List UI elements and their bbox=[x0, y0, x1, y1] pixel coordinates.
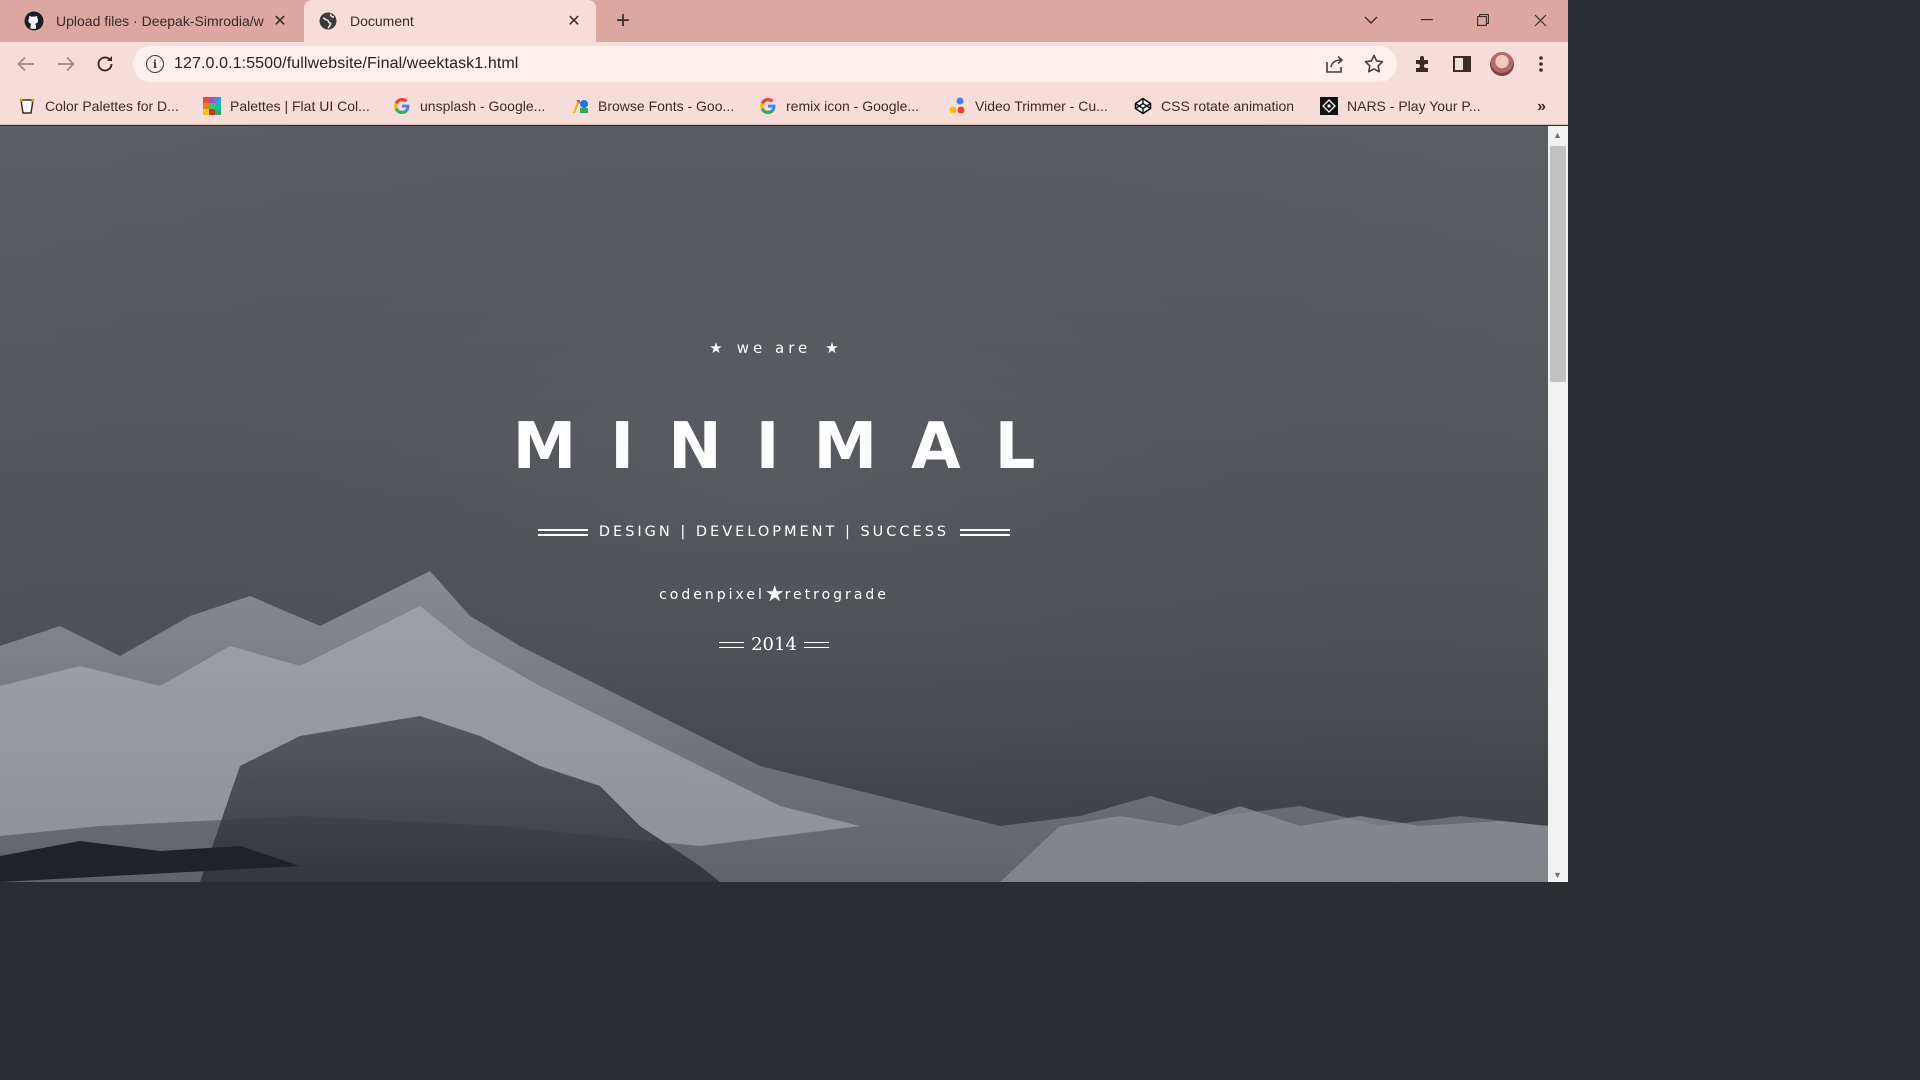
extensions-puzzle-icon[interactable] bbox=[1407, 48, 1439, 80]
hero-tagline: DESIGN | DEVELOPMENT | SUCCESS bbox=[538, 524, 1010, 540]
address-bar[interactable]: i 127.0.0.1:5500/fullwebsite/Final/weekt… bbox=[133, 46, 1397, 82]
share-icon[interactable] bbox=[1321, 50, 1349, 78]
tab-upload-files[interactable]: Upload files · Deepak-Simrodia/w ✕ bbox=[8, 0, 302, 42]
menu-kebab-icon[interactable] bbox=[1525, 48, 1557, 80]
url-text: 127.0.0.1:5500/fullwebsite/Final/weektas… bbox=[174, 55, 519, 72]
video-trimmer-icon bbox=[948, 97, 966, 115]
scroll-up-arrow-icon[interactable]: ▲ bbox=[1553, 130, 1562, 140]
hero-section: ★ we are ★ MINIMAL DESIGN | DEVELOPMENT | … bbox=[0, 126, 1548, 882]
bookmark-label: Color Palettes for D... bbox=[45, 98, 179, 114]
star-icon: ★ bbox=[764, 582, 785, 607]
tab-strip: Upload files · Deepak-Simrodia/w ✕ Docum… bbox=[0, 0, 1568, 42]
bookmark-label: Video Trimmer - Cu... bbox=[975, 98, 1108, 114]
double-line-divider bbox=[804, 641, 829, 648]
hero-year: 2014 bbox=[719, 634, 829, 655]
scroll-down-arrow-icon[interactable]: ▼ bbox=[1553, 870, 1562, 880]
new-tab-button[interactable]: + bbox=[608, 7, 638, 35]
forward-arrow-icon[interactable] bbox=[50, 48, 82, 80]
bookmark-label: CSS rotate animation bbox=[1161, 98, 1295, 114]
avatar bbox=[1490, 52, 1514, 76]
browser-toolbar: i 127.0.0.1:5500/fullwebsite/Final/weekt… bbox=[0, 42, 1568, 86]
bookmark-star-icon[interactable] bbox=[1360, 50, 1388, 78]
reload-icon[interactable] bbox=[89, 48, 121, 80]
google-icon bbox=[393, 97, 411, 115]
tab-title: Upload files · Deepak-Simrodia/w bbox=[56, 13, 264, 29]
flatui-icon bbox=[203, 97, 221, 115]
tab-close-icon[interactable]: ✕ bbox=[266, 7, 294, 35]
star-icon: ★ bbox=[825, 339, 839, 357]
bookmark-item[interactable]: remix icon - Google... bbox=[759, 92, 919, 120]
bookmark-label: NARS - Play Your P... bbox=[1347, 98, 1481, 114]
page-scrollbar[interactable]: ▲ ▼ bbox=[1548, 126, 1568, 882]
scrollbar-thumb[interactable] bbox=[1550, 146, 1566, 382]
bookmark-label: remix icon - Google... bbox=[786, 98, 920, 114]
page-viewport: ★ we are ★ MINIMAL DESIGN | DEVELOPMENT | … bbox=[0, 126, 1548, 882]
site-info-icon[interactable]: i bbox=[146, 55, 164, 73]
bookmark-item[interactable]: NARS - Play Your P... bbox=[1320, 92, 1481, 120]
bookmark-item[interactable]: Video Trimmer - Cu... bbox=[948, 92, 1108, 120]
side-panel-icon[interactable] bbox=[1446, 48, 1478, 80]
year-text: 2014 bbox=[751, 634, 797, 655]
bookmark-item[interactable]: CSS rotate animation bbox=[1134, 92, 1294, 120]
hero-credit: codenpixel★retrograde bbox=[0, 582, 1548, 607]
bookmark-label: unsplash - Google... bbox=[420, 98, 546, 114]
close-window-icon[interactable] bbox=[1512, 0, 1568, 40]
eyebrow-text: we are bbox=[736, 339, 812, 357]
bookmark-label: Palettes | Flat UI Col... bbox=[230, 98, 370, 114]
github-icon bbox=[24, 11, 44, 31]
tab-document[interactable]: Document ✕ bbox=[304, 0, 596, 42]
tagline-text: DESIGN | DEVELOPMENT | SUCCESS bbox=[598, 524, 950, 540]
palette-cup-icon bbox=[18, 97, 36, 115]
bookmark-item[interactable]: Browse Fonts - Goo... bbox=[571, 92, 734, 120]
double-line-divider bbox=[960, 528, 1010, 536]
nars-icon bbox=[1320, 97, 1338, 115]
google-icon bbox=[759, 97, 777, 115]
bookmark-label: Browse Fonts - Goo... bbox=[598, 98, 735, 114]
tab-search-chevron-icon[interactable] bbox=[1343, 0, 1399, 40]
bookmark-item[interactable]: Palettes | Flat UI Col... bbox=[203, 92, 370, 120]
profile-avatar[interactable] bbox=[1486, 48, 1518, 80]
double-line-divider bbox=[538, 528, 588, 536]
google-fonts-icon bbox=[571, 97, 589, 115]
minimize-icon[interactable] bbox=[1399, 0, 1455, 40]
back-arrow-icon[interactable] bbox=[10, 48, 42, 80]
bookmarks-bar: Color Palettes for D... Palettes | Flat … bbox=[0, 86, 1568, 125]
bookmark-item[interactable]: unsplash - Google... bbox=[393, 92, 545, 120]
tab-title: Document bbox=[350, 13, 414, 29]
star-icon: ★ bbox=[709, 339, 723, 357]
globe-icon bbox=[318, 11, 338, 31]
hero-eyebrow: ★ we are ★ bbox=[0, 339, 1548, 357]
bookmark-item[interactable]: Color Palettes for D... bbox=[18, 92, 179, 120]
hero-title: MINIMAL bbox=[512, 410, 1070, 484]
bookmarks-overflow-icon[interactable]: » bbox=[1537, 98, 1546, 116]
credit-left-text: codenpixel bbox=[659, 587, 765, 603]
tab-close-icon[interactable]: ✕ bbox=[560, 7, 588, 35]
restore-icon[interactable] bbox=[1455, 0, 1511, 40]
credit-right-text: retrograde bbox=[784, 587, 889, 603]
double-line-divider bbox=[719, 641, 744, 648]
codepen-icon bbox=[1134, 97, 1152, 115]
